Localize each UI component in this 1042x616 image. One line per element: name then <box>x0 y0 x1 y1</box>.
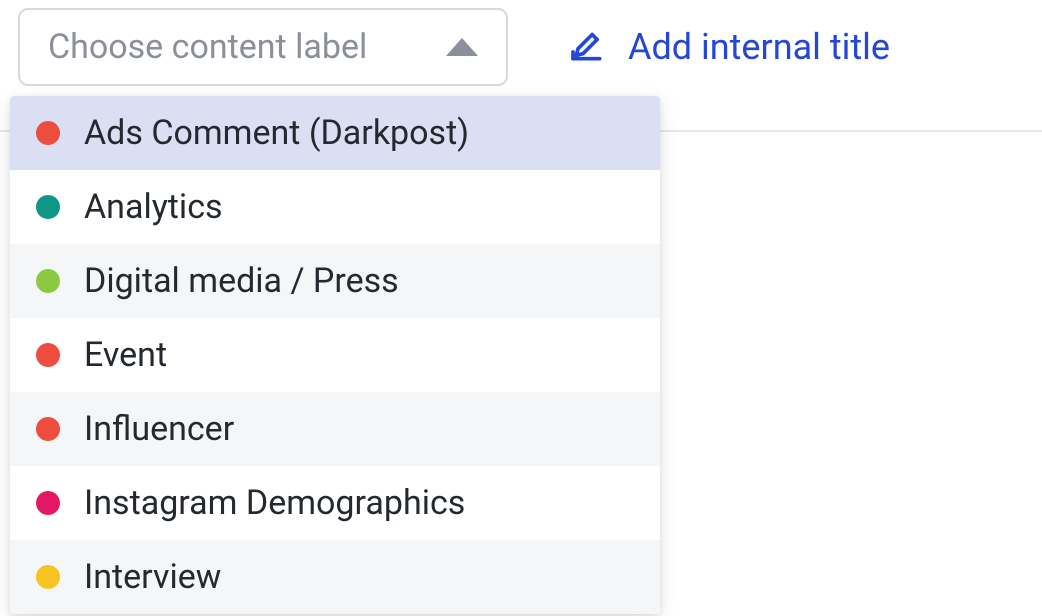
label-color-dot <box>36 121 60 145</box>
add-internal-title-label: Add internal title <box>628 26 890 68</box>
content-label-dropdown: Ads Comment (Darkpost) Analytics Digital m… <box>10 96 660 614</box>
content-label-option-text: Influencer <box>84 409 234 449</box>
label-color-dot <box>36 343 60 367</box>
content-label-option[interactable]: Event <box>10 318 660 392</box>
label-color-dot <box>36 565 60 589</box>
content-label-option-text: Interview <box>84 557 221 597</box>
content-label-option[interactable]: Instagram Demographics <box>10 466 660 540</box>
add-internal-title-button[interactable]: Add internal title <box>568 26 890 68</box>
content-label-option-text: Digital media / Press <box>84 261 399 301</box>
content-label-option[interactable]: Digital media / Press <box>10 244 660 318</box>
label-color-dot <box>36 195 60 219</box>
content-label-option[interactable]: Influencer <box>10 392 660 466</box>
edit-icon <box>568 27 608 67</box>
content-label-option-text: Event <box>84 335 167 375</box>
content-label-option[interactable]: Ads Comment (Darkpost) <box>10 96 660 170</box>
content-label-placeholder: Choose content label <box>48 27 367 67</box>
label-color-dot <box>36 269 60 293</box>
content-label-option-text: Instagram Demographics <box>84 483 465 523</box>
label-color-dot <box>36 491 60 515</box>
content-label-option[interactable]: Interview <box>10 540 660 614</box>
label-color-dot <box>36 417 60 441</box>
content-label-option-text: Analytics <box>84 187 223 227</box>
chevron-up-icon <box>446 38 478 56</box>
content-label-option-text: Ads Comment (Darkpost) <box>84 113 469 153</box>
content-label-select[interactable]: Choose content label <box>18 8 508 86</box>
content-label-option[interactable]: Analytics <box>10 170 660 244</box>
